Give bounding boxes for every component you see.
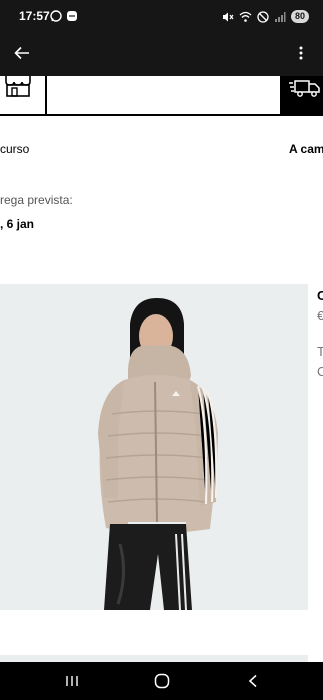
- more-vertical-icon: [299, 46, 303, 60]
- recent-apps-button[interactable]: [61, 670, 83, 692]
- system-navigation-bar: [0, 662, 323, 700]
- delivery-estimate-label: rega prevista:: [0, 193, 73, 207]
- mute-icon: [222, 12, 234, 21]
- back-nav-button[interactable]: [242, 670, 264, 692]
- arrow-left-icon: [14, 46, 29, 60]
- product-details[interactable]: C € T C: [317, 286, 323, 382]
- home-icon: [154, 673, 170, 689]
- tracker-step-on-the-way: [280, 76, 323, 116]
- home-button[interactable]: [151, 670, 173, 692]
- status-bar: 17:57 80: [0, 0, 323, 33]
- tracker-progress-line: [47, 114, 281, 116]
- store-icon: [5, 76, 31, 97]
- delivery-estimate-date: , 6 jan: [0, 217, 35, 231]
- app-bar: [0, 33, 323, 76]
- recent-apps-icon: [66, 676, 78, 686]
- product-price: €: [317, 308, 323, 323]
- more-options-button[interactable]: [289, 41, 313, 65]
- product-name: C: [317, 288, 323, 303]
- battery-indicator: 80: [290, 10, 309, 23]
- product-image[interactable]: [0, 284, 308, 610]
- chevron-left-icon: [248, 674, 257, 688]
- message-icon: [67, 11, 77, 21]
- back-button[interactable]: [10, 41, 34, 65]
- status-time: 17:57: [19, 9, 50, 23]
- tracker-step-label-current: A cami: [289, 142, 323, 156]
- tracker-step-label: curso: [0, 142, 30, 156]
- whatsapp-icon: [50, 10, 62, 22]
- product-size: T: [317, 344, 323, 359]
- delivery-truck-icon: [289, 80, 320, 97]
- signal-icon: [274, 11, 286, 22]
- do-not-disturb-icon: [257, 10, 269, 23]
- product-color: C: [317, 364, 323, 379]
- wifi-icon: [239, 11, 252, 22]
- product-photo-jacket: [98, 298, 218, 610]
- tracker-step-in-progress: [0, 76, 47, 116]
